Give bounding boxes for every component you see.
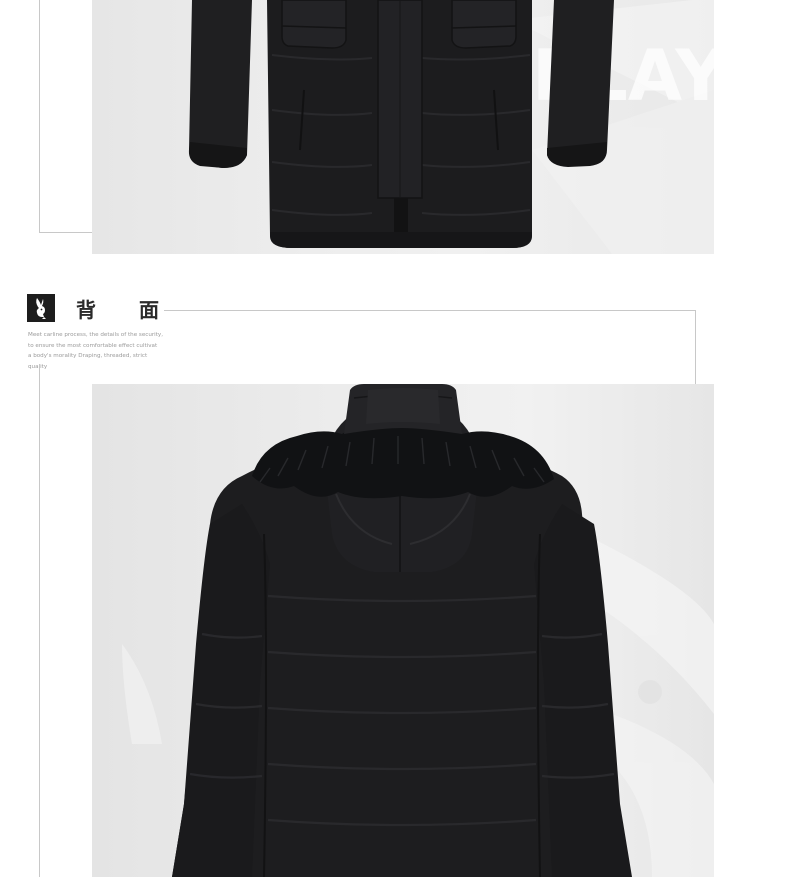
section-header-rule-right: [695, 310, 696, 384]
back-view-jacket-illustration: [122, 384, 714, 877]
section-header-rule: [164, 310, 695, 311]
section-title-back-view: 背 面: [76, 298, 177, 322]
bottom-photo-frame-line: [39, 364, 40, 877]
back-view-photo: [92, 384, 714, 877]
product-detail-page: PLAY 背 面 Meet carline process, the detai…: [0, 0, 790, 877]
top-photo-frame-line: [39, 0, 100, 233]
subtitle-line: a body's morality Draping, threaded, str…: [28, 353, 148, 370]
subtitle-line: to ensure the most comfortable effect cu…: [28, 342, 158, 349]
section-subtitle: Meet carline process, the details of the…: [28, 330, 168, 372]
bunny-logo-icon: [36, 298, 46, 319]
front-view-jacket-illustration: PLAY: [188, 0, 714, 254]
brand-logo: [27, 294, 55, 322]
subtitle-line: Meet carline process, the details of the…: [28, 332, 164, 338]
front-view-photo: PLAY: [92, 0, 714, 254]
